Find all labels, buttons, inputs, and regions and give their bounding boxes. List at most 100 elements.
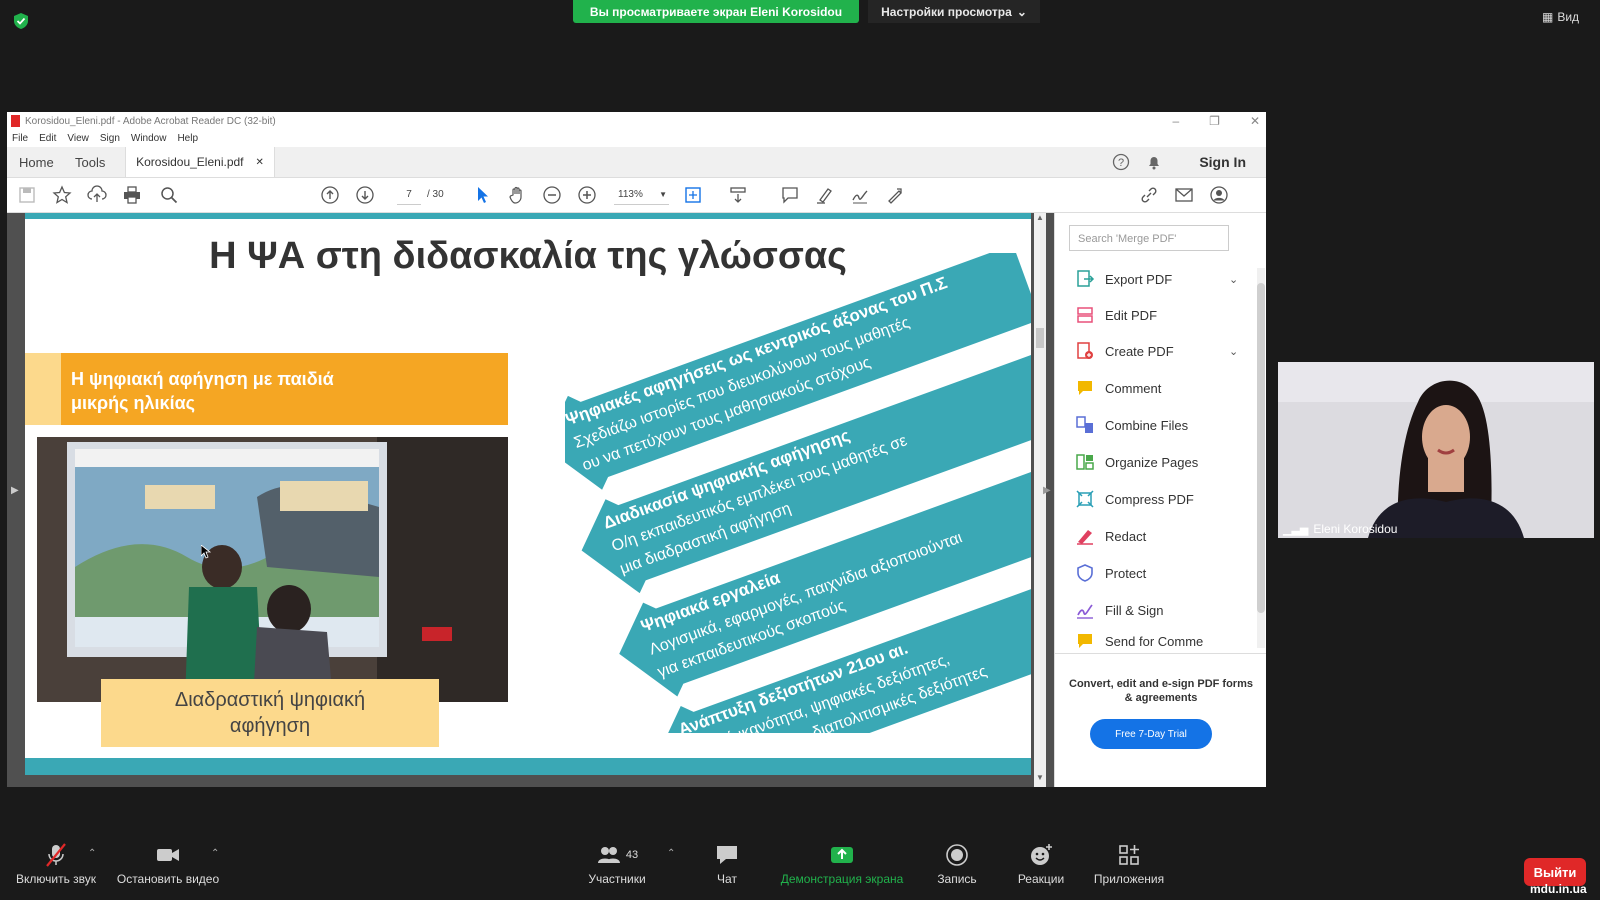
scroll-mode-icon[interactable]: [728, 185, 748, 205]
document-area[interactable]: ▶ Η ΨΑ στη διδασκαλία της γλώσσας Η ψηφι…: [7, 213, 1054, 787]
upload-icon[interactable]: [87, 185, 107, 205]
scroll-up-icon[interactable]: ▲: [1034, 213, 1046, 225]
title-bar: Korosidou_Eleni.pdf - Adobe Acrobat Read…: [7, 112, 1266, 130]
tool-label: Fill & Sign: [1105, 602, 1164, 618]
more-tools-icon[interactable]: [885, 185, 905, 205]
account-icon[interactable]: [1209, 185, 1229, 205]
chevron-up-icon[interactable]: ⌃: [88, 848, 96, 859]
tool-create-pdf[interactable]: Create PDF: [1075, 337, 1255, 365]
tool-organize-pages[interactable]: Organize Pages: [1075, 448, 1255, 476]
participants-button[interactable]: 43 Участники: [582, 838, 652, 900]
view-button[interactable]: ▦ Вид: [1542, 10, 1579, 24]
acrobat-window: Korosidou_Eleni.pdf - Adobe Acrobat Read…: [7, 112, 1266, 787]
document-scrollbar[interactable]: ▲ ▼: [1034, 213, 1046, 787]
protect-icon: [1077, 564, 1093, 582]
star-icon[interactable]: [52, 185, 72, 205]
close-icon[interactable]: ✕: [1250, 114, 1260, 128]
comment-tool-icon[interactable]: [780, 185, 800, 205]
highlight-icon[interactable]: [815, 185, 835, 205]
close-tab-icon[interactable]: ✕: [256, 157, 264, 168]
tool-label: Redact: [1105, 528, 1147, 544]
tab-document-label: Korosidou_Eleni.pdf: [136, 155, 244, 169]
chevron-up-icon[interactable]: ⌃: [667, 848, 675, 859]
select-cursor-icon[interactable]: [472, 185, 492, 205]
classroom-photo: [37, 437, 508, 702]
record-button[interactable]: Запись: [930, 838, 984, 900]
help-icon[interactable]: ?: [1112, 153, 1130, 176]
scroll-down-icon[interactable]: ▼: [1034, 773, 1046, 785]
search-icon[interactable]: [159, 185, 179, 205]
tool-redact[interactable]: Redact: [1075, 522, 1255, 550]
menu-edit[interactable]: Edit: [39, 133, 56, 144]
toolbar: 7 / 30 113% ▼: [7, 178, 1266, 213]
zoom-in-icon[interactable]: [577, 185, 597, 205]
participants-label: Участники: [588, 872, 646, 886]
tool-label: Comment: [1105, 380, 1162, 396]
tab-document[interactable]: Korosidou_Eleni.pdf ✕: [125, 147, 275, 177]
reactions-button[interactable]: Реакции: [1008, 838, 1074, 900]
tool-comment[interactable]: Comment: [1075, 374, 1255, 402]
menu-view[interactable]: View: [67, 133, 89, 144]
tool-send-for-comment[interactable]: Send for Comme: [1075, 633, 1255, 649]
hand-tool-icon[interactable]: [507, 185, 527, 205]
menu-sign[interactable]: Sign: [100, 133, 120, 144]
chevron-down-icon[interactable]: ⌄: [1229, 337, 1238, 365]
speaker-video[interactable]: [1278, 362, 1594, 538]
participants-icon-group: 43: [596, 838, 638, 872]
menu-window[interactable]: Window: [131, 133, 167, 144]
reactions-icon: [1028, 838, 1054, 872]
view-settings-button[interactable]: Настройки просмотра ⌄: [868, 0, 1040, 23]
print-icon[interactable]: [122, 185, 142, 205]
collapse-left-icon[interactable]: ▶: [11, 485, 19, 496]
tool-compress-pdf[interactable]: Compress PDF: [1075, 485, 1255, 513]
collapse-right-icon[interactable]: ▶: [1043, 485, 1051, 496]
redact-icon: [1077, 530, 1093, 545]
chevron-up-icon[interactable]: ⌃: [211, 848, 219, 859]
apps-button[interactable]: Приложения: [1088, 838, 1170, 900]
tools-scroll-thumb[interactable]: [1257, 283, 1265, 613]
pdf-page: Η ΨΑ στη διδασκαλία της γλώσσας Η ψηφιακ…: [25, 213, 1031, 775]
promo-text: Convert, edit and e-sign PDF forms & agr…: [1069, 678, 1253, 704]
fit-page-icon[interactable]: [683, 185, 703, 205]
reactions-label: Реакции: [1017, 872, 1065, 886]
svg-text:?: ?: [1118, 157, 1124, 169]
restore-icon[interactable]: ❐: [1209, 114, 1220, 128]
tool-label: Edit PDF: [1105, 307, 1158, 323]
tool-edit-pdf[interactable]: Edit PDF: [1075, 301, 1255, 329]
page-up-icon[interactable]: [320, 185, 340, 205]
page-down-icon[interactable]: [355, 185, 375, 205]
tool-protect[interactable]: Protect: [1075, 559, 1255, 587]
save-icon[interactable]: [17, 185, 37, 205]
arrows-graphic: Ψηφιακές αφηγήσεις ως κεντρικός άξονας τ…: [565, 253, 1031, 733]
tool-combine-files[interactable]: Combine Files: [1075, 411, 1255, 439]
orange-line-1: Η ψηφιακή αφήγηση με παιδιά: [71, 369, 334, 389]
speaker-name: Eleni Korosidou: [1313, 522, 1398, 536]
sign-tool-icon[interactable]: [850, 185, 870, 205]
zoom-out-icon[interactable]: [542, 185, 562, 205]
tool-fill-sign[interactable]: Fill & Sign: [1075, 596, 1255, 624]
mic-muted-icon: [43, 838, 69, 872]
tab-tools[interactable]: Tools: [75, 147, 105, 177]
chevron-down-icon[interactable]: ⌄: [1229, 265, 1238, 293]
chat-button[interactable]: Чат: [700, 838, 754, 900]
stop-video-button[interactable]: Остановить видео: [112, 838, 224, 900]
tool-label: Export PDF: [1105, 271, 1173, 287]
chat-icon: [714, 838, 740, 872]
share-screen-button[interactable]: Демонстрация экрана: [772, 838, 912, 900]
sign-in-button[interactable]: Sign In: [1199, 147, 1246, 177]
free-trial-button[interactable]: Free 7-Day Trial: [1090, 719, 1212, 749]
tab-home[interactable]: Home: [19, 147, 54, 177]
bell-icon[interactable]: [1145, 153, 1163, 176]
menu-file[interactable]: File: [12, 133, 28, 144]
shield-icon[interactable]: [12, 12, 30, 30]
tool-export-pdf[interactable]: Export PDF: [1075, 265, 1255, 293]
minimize-icon[interactable]: –: [1172, 114, 1179, 128]
page-number-input[interactable]: 7: [397, 186, 421, 205]
tools-search-input[interactable]: Search 'Merge PDF': [1069, 225, 1229, 251]
document-scroll-thumb[interactable]: [1036, 328, 1044, 348]
email-icon[interactable]: [1174, 185, 1194, 205]
zoom-level-select[interactable]: 113% ▼: [614, 186, 669, 205]
share-link-icon[interactable]: [1139, 185, 1159, 205]
menu-help[interactable]: Help: [177, 133, 198, 144]
compress-pdf-icon: [1076, 490, 1094, 508]
